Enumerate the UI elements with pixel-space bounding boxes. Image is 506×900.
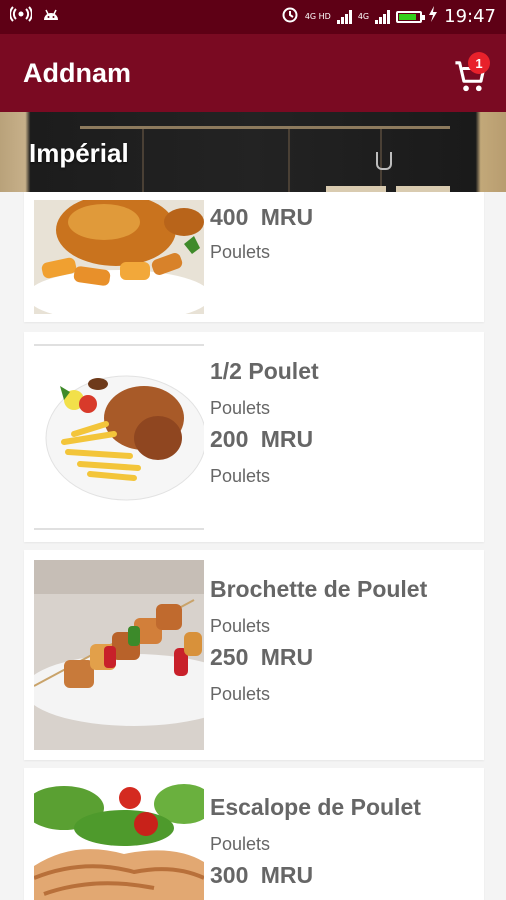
chicken-escalope-image xyxy=(34,778,204,900)
restaurant-name: Impérial xyxy=(29,138,129,168)
item-category: Poulets xyxy=(210,466,271,486)
android-icon xyxy=(42,6,60,26)
banner-decoration xyxy=(288,129,290,192)
item-name: 1/2 Poulet xyxy=(210,358,319,384)
banner-decoration xyxy=(376,152,392,170)
item-name: Brochette de Poulet xyxy=(210,576,428,602)
menu-item-card[interactable]: Brochette de Poulet Poulets 250 MRU Poul… xyxy=(24,550,484,760)
clock: 19:47 xyxy=(444,6,496,27)
item-price: 250 MRU xyxy=(210,644,314,670)
banner-decoration xyxy=(80,126,450,129)
menu-list[interactable]: 400 MRU Poulets 1/2 Poulet Poulets 200 M… xyxy=(0,192,506,900)
network-label-2: 4G xyxy=(357,11,370,21)
item-category: Poulets xyxy=(210,398,271,418)
menu-item-card[interactable]: 1/2 Poulet Poulets 200 MRU Poulets xyxy=(24,332,484,542)
network-label-1: 4G HD xyxy=(304,11,331,21)
menu-item-card[interactable]: Escalope de Poulet Poulets 300 MRU xyxy=(24,768,484,900)
cart-button[interactable]: 1 xyxy=(454,52,494,96)
roast-chicken-image xyxy=(34,200,204,314)
banner-decoration xyxy=(142,129,144,192)
menu-item-card[interactable]: 400 MRU Poulets xyxy=(24,192,484,322)
chicken-skewers-image xyxy=(34,560,204,750)
item-price: 300 MRU xyxy=(210,862,314,888)
half-chicken-image xyxy=(34,342,204,532)
item-name: Escalope de Poulet xyxy=(210,794,421,820)
signal-strength-1-icon xyxy=(336,9,352,24)
item-category: Poulets xyxy=(210,242,271,262)
alarm-icon xyxy=(281,5,299,28)
item-price: 400 MRU xyxy=(210,204,314,230)
status-bar: 4G HD 4G 19:47 xyxy=(0,0,506,34)
signal-strength-2-icon xyxy=(375,9,391,24)
item-category: Poulets xyxy=(210,684,271,704)
item-price: 200 MRU xyxy=(210,426,314,452)
restaurant-banner: Impérial xyxy=(0,112,506,192)
item-category: Poulets xyxy=(210,616,271,636)
cart-count-badge: 1 xyxy=(468,52,490,74)
app-bar: Addnam 1 xyxy=(0,34,506,112)
battery-icon xyxy=(396,10,426,23)
charging-icon xyxy=(428,6,438,27)
app-title: Addnam xyxy=(23,58,131,88)
item-category: Poulets xyxy=(210,834,271,854)
hotspot-icon xyxy=(9,6,33,26)
